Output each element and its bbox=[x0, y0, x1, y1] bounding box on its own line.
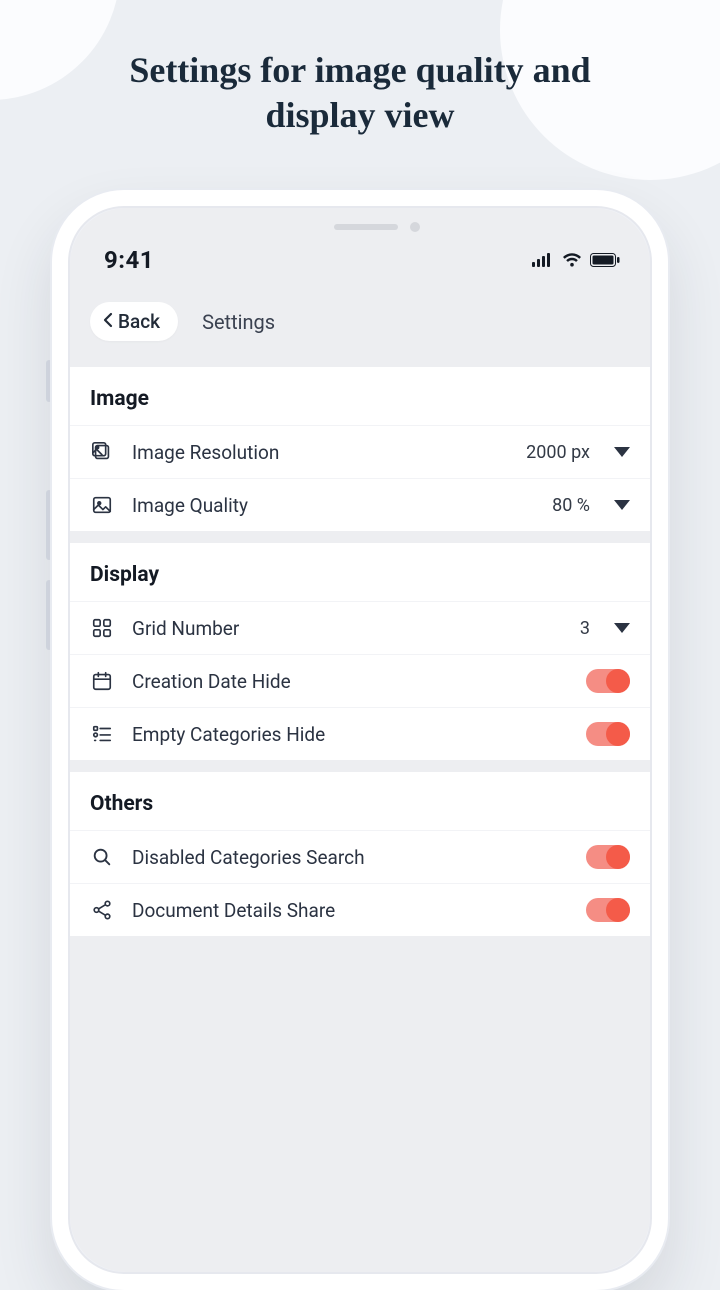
section-others: Others Disabled Categories Search Docume… bbox=[70, 772, 650, 936]
empty-categories-hide-toggle[interactable] bbox=[586, 722, 630, 746]
row-creation-date-hide: Creation Date Hide bbox=[70, 654, 650, 707]
section-others-header: Others bbox=[70, 772, 650, 830]
row-document-details-share: Document Details Share bbox=[70, 883, 650, 936]
document-details-share-toggle[interactable] bbox=[586, 898, 630, 922]
image-quality-label: Image Quality bbox=[132, 494, 534, 517]
status-time: 9:41 bbox=[104, 246, 154, 274]
disabled-categories-search-toggle[interactable] bbox=[586, 845, 630, 869]
wifi-icon bbox=[562, 253, 582, 267]
grid-number-label: Grid Number bbox=[132, 617, 562, 640]
hero-heading: Settings for image quality and display v… bbox=[0, 0, 720, 138]
status-bar: 9:41 bbox=[70, 208, 650, 284]
screen: 9:41 bbox=[70, 208, 650, 1272]
section-display: Display Grid Number 3 Creation Date Hide bbox=[70, 543, 650, 760]
image-icon bbox=[90, 493, 114, 517]
creation-date-hide-toggle[interactable] bbox=[586, 669, 630, 693]
section-image: Image Image Resolution 2000 px Image Qua… bbox=[70, 367, 650, 531]
chevron-left-icon bbox=[102, 310, 114, 333]
image-quality-value: 80 % bbox=[552, 495, 590, 516]
chevron-down-icon bbox=[614, 500, 630, 510]
image-resolution-icon bbox=[90, 440, 114, 464]
row-empty-categories-hide: Empty Categories Hide bbox=[70, 707, 650, 760]
creation-date-hide-label: Creation Date Hide bbox=[132, 670, 568, 693]
row-image-resolution[interactable]: Image Resolution 2000 px bbox=[70, 425, 650, 478]
section-display-header: Display bbox=[70, 543, 650, 601]
battery-icon bbox=[590, 253, 620, 267]
row-grid-number[interactable]: Grid Number 3 bbox=[70, 601, 650, 654]
page-title: Settings bbox=[202, 310, 275, 334]
grid-icon bbox=[90, 616, 114, 640]
image-resolution-value: 2000 px bbox=[526, 442, 590, 463]
nav-bar: Back Settings bbox=[70, 284, 650, 367]
empty-categories-hide-label: Empty Categories Hide bbox=[132, 723, 568, 746]
back-button[interactable]: Back bbox=[90, 302, 178, 341]
share-icon bbox=[90, 898, 114, 922]
grid-number-value: 3 bbox=[580, 618, 590, 639]
disabled-categories-search-label: Disabled Categories Search bbox=[132, 846, 568, 869]
row-image-quality[interactable]: Image Quality 80 % bbox=[70, 478, 650, 531]
section-image-header: Image bbox=[70, 367, 650, 425]
image-resolution-label: Image Resolution bbox=[132, 441, 508, 464]
list-icon bbox=[90, 722, 114, 746]
calendar-icon bbox=[90, 669, 114, 693]
row-disabled-categories-search: Disabled Categories Search bbox=[70, 830, 650, 883]
cellular-icon bbox=[532, 253, 554, 267]
chevron-down-icon bbox=[614, 623, 630, 633]
chevron-down-icon bbox=[614, 447, 630, 457]
document-details-share-label: Document Details Share bbox=[132, 899, 568, 922]
device-frame: 9:41 bbox=[52, 190, 668, 1290]
back-label: Back bbox=[118, 310, 160, 333]
search-icon bbox=[90, 845, 114, 869]
